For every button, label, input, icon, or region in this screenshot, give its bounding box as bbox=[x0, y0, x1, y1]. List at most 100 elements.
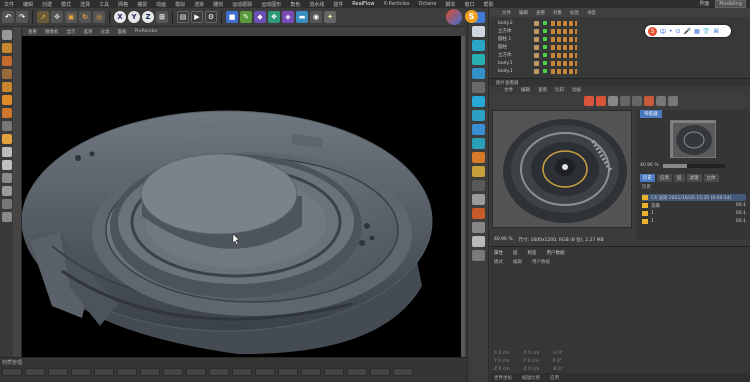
cube-icon[interactable]: ■ bbox=[226, 11, 238, 23]
render-icon[interactable]: ▤ bbox=[177, 11, 189, 23]
channel-icon[interactable] bbox=[644, 96, 654, 106]
visibility-check-icon[interactable] bbox=[543, 69, 547, 73]
vp-menu-filter[interactable]: 过滤 bbox=[101, 29, 110, 35]
tag-icon[interactable] bbox=[471, 152, 485, 163]
material-slot[interactable] bbox=[25, 368, 45, 376]
compare-b-icon[interactable] bbox=[632, 96, 642, 106]
menu-mograph[interactable]: 运动图形 bbox=[261, 1, 281, 8]
model-mode-icon[interactable] bbox=[1, 43, 12, 53]
object-tags[interactable] bbox=[551, 44, 577, 50]
menu-mesh[interactable]: 网格 bbox=[118, 1, 128, 8]
object-row[interactable]: body.1 bbox=[490, 59, 640, 67]
coord-position[interactable]: Y 0 cm bbox=[494, 359, 509, 366]
subdivision-icon[interactable]: ◆ bbox=[254, 11, 266, 23]
grid-icon[interactable] bbox=[1, 212, 12, 222]
ime-logo-icon[interactable]: S bbox=[648, 26, 657, 36]
render-settings-icon[interactable]: ⚙ bbox=[205, 11, 217, 23]
tab-stereo[interactable]: 立体 bbox=[703, 174, 719, 182]
render-view-icon[interactable]: ▶ bbox=[191, 11, 203, 23]
menu-realflow[interactable]: RealFlow bbox=[352, 1, 374, 7]
axis-mode-icon[interactable] bbox=[1, 121, 12, 131]
object-tags[interactable] bbox=[551, 20, 577, 26]
nurbs-icon[interactable] bbox=[471, 96, 485, 107]
material-slot[interactable] bbox=[48, 368, 68, 376]
vp-menu-options[interactable]: 选项 bbox=[84, 29, 93, 35]
vp-menu-camera[interactable]: 摄像机 bbox=[45, 29, 59, 35]
attr-menu-edit[interactable]: 编辑 bbox=[513, 259, 522, 265]
menu-edit[interactable]: 编辑 bbox=[23, 1, 33, 8]
effector-icon[interactable] bbox=[471, 68, 485, 79]
recent-icon[interactable]: ◎ bbox=[93, 11, 105, 23]
camera-icon[interactable] bbox=[471, 138, 485, 149]
object-tags[interactable] bbox=[551, 60, 577, 66]
visibility-check-icon[interactable] bbox=[543, 21, 547, 25]
s-badge-button[interactable]: S bbox=[465, 10, 478, 23]
object-tags[interactable] bbox=[551, 36, 577, 42]
floor-icon[interactable]: ▬ bbox=[296, 11, 308, 23]
material-slot[interactable] bbox=[255, 368, 275, 376]
object-tags[interactable] bbox=[551, 52, 577, 58]
material-slot[interactable] bbox=[140, 368, 160, 376]
pv-menu-edit[interactable]: 编辑 bbox=[521, 87, 530, 93]
menu-tools[interactable]: 工具 bbox=[99, 1, 109, 8]
fracture-icon[interactable] bbox=[471, 54, 485, 65]
visibility-check-icon[interactable] bbox=[543, 45, 547, 49]
floor-icon[interactable] bbox=[471, 236, 485, 247]
ime-lang-icon[interactable]: 中 bbox=[660, 27, 666, 36]
vp-menu-panel[interactable]: 面板 bbox=[118, 29, 127, 35]
coord-position[interactable]: X 0 cm bbox=[494, 351, 510, 358]
menu-motion-tracking[interactable]: 运动跟踪 bbox=[232, 1, 252, 8]
pv-menu-compare[interactable]: 比较 bbox=[555, 87, 564, 93]
history-item[interactable]: 渲染 00:1 bbox=[642, 202, 746, 209]
3d-viewport[interactable] bbox=[22, 36, 465, 357]
history-item[interactable]: C4 渲染 2021/10/20 15:35 (0:00:14) bbox=[642, 194, 746, 201]
ime-keyboard-icon[interactable]: ▦ bbox=[694, 28, 700, 35]
camera-icon[interactable]: ◉ bbox=[310, 11, 322, 23]
compare-a-icon[interactable] bbox=[620, 96, 630, 106]
object-row[interactable]: body.2 bbox=[490, 19, 640, 27]
polygons-mode-icon[interactable] bbox=[1, 108, 12, 118]
vp-menu-display[interactable]: 显示 bbox=[67, 29, 76, 35]
menu-select[interactable]: 选择 bbox=[80, 1, 90, 8]
light-icon[interactable]: ✦ bbox=[324, 11, 336, 23]
sculpt-badge-icon[interactable] bbox=[446, 9, 462, 25]
scale-select[interactable]: 缩放比例 bbox=[522, 375, 540, 381]
array-icon[interactable]: ❖ bbox=[268, 11, 280, 23]
material-slot[interactable] bbox=[370, 368, 390, 376]
visibility-check-icon[interactable] bbox=[543, 37, 547, 41]
object-row[interactable]: body.1 bbox=[490, 67, 640, 75]
material-slot[interactable] bbox=[347, 368, 367, 376]
om-menu-tag[interactable]: 标签 bbox=[570, 10, 579, 16]
apply-button[interactable]: 应用 bbox=[550, 375, 559, 381]
scale-icon[interactable]: ▣ bbox=[65, 11, 77, 23]
tab-info[interactable]: 信息 bbox=[657, 174, 672, 182]
select-icon[interactable]: ➚ bbox=[37, 11, 49, 23]
material-slot[interactable] bbox=[393, 368, 413, 376]
tweak-icon[interactable] bbox=[1, 186, 12, 196]
tab-history[interactable]: 历史 bbox=[640, 174, 655, 182]
material-slot[interactable] bbox=[324, 368, 344, 376]
deformer-icon[interactable]: ◈ bbox=[282, 11, 294, 23]
material-slot[interactable] bbox=[117, 368, 137, 376]
material-slot[interactable] bbox=[163, 368, 183, 376]
visibility-check-icon[interactable] bbox=[543, 61, 547, 65]
material-slot[interactable] bbox=[94, 368, 114, 376]
tab-layers[interactable]: 层 bbox=[513, 250, 518, 256]
material-slot[interactable] bbox=[209, 368, 229, 376]
menu-snap[interactable]: 捕捉 bbox=[137, 1, 147, 8]
menu-animate[interactable]: 动画 bbox=[156, 1, 166, 8]
coord-rotation[interactable]: H 0° bbox=[553, 351, 563, 358]
planar-workplane-icon[interactable] bbox=[1, 173, 12, 183]
tab-structure[interactable]: 构造 bbox=[528, 250, 537, 256]
redo-icon[interactable]: ↷ bbox=[16, 11, 28, 23]
render-icon[interactable] bbox=[596, 96, 606, 106]
ime-toolbar[interactable]: S 中 • ⊙ 🎤 ▦ 👕 ⌘ bbox=[645, 25, 731, 37]
om-menu-edit[interactable]: 编辑 bbox=[519, 10, 528, 16]
menu-mode[interactable]: 模式 bbox=[61, 1, 71, 8]
visibility-check-icon[interactable] bbox=[543, 53, 547, 57]
fit-icon[interactable] bbox=[668, 96, 678, 106]
menu-plugins[interactable]: 插件 bbox=[333, 1, 343, 8]
coord-system-icon[interactable]: ⊞ bbox=[156, 11, 168, 23]
zoom-slider[interactable] bbox=[662, 163, 725, 168]
coord-size[interactable]: Y 0 cm bbox=[523, 359, 538, 366]
